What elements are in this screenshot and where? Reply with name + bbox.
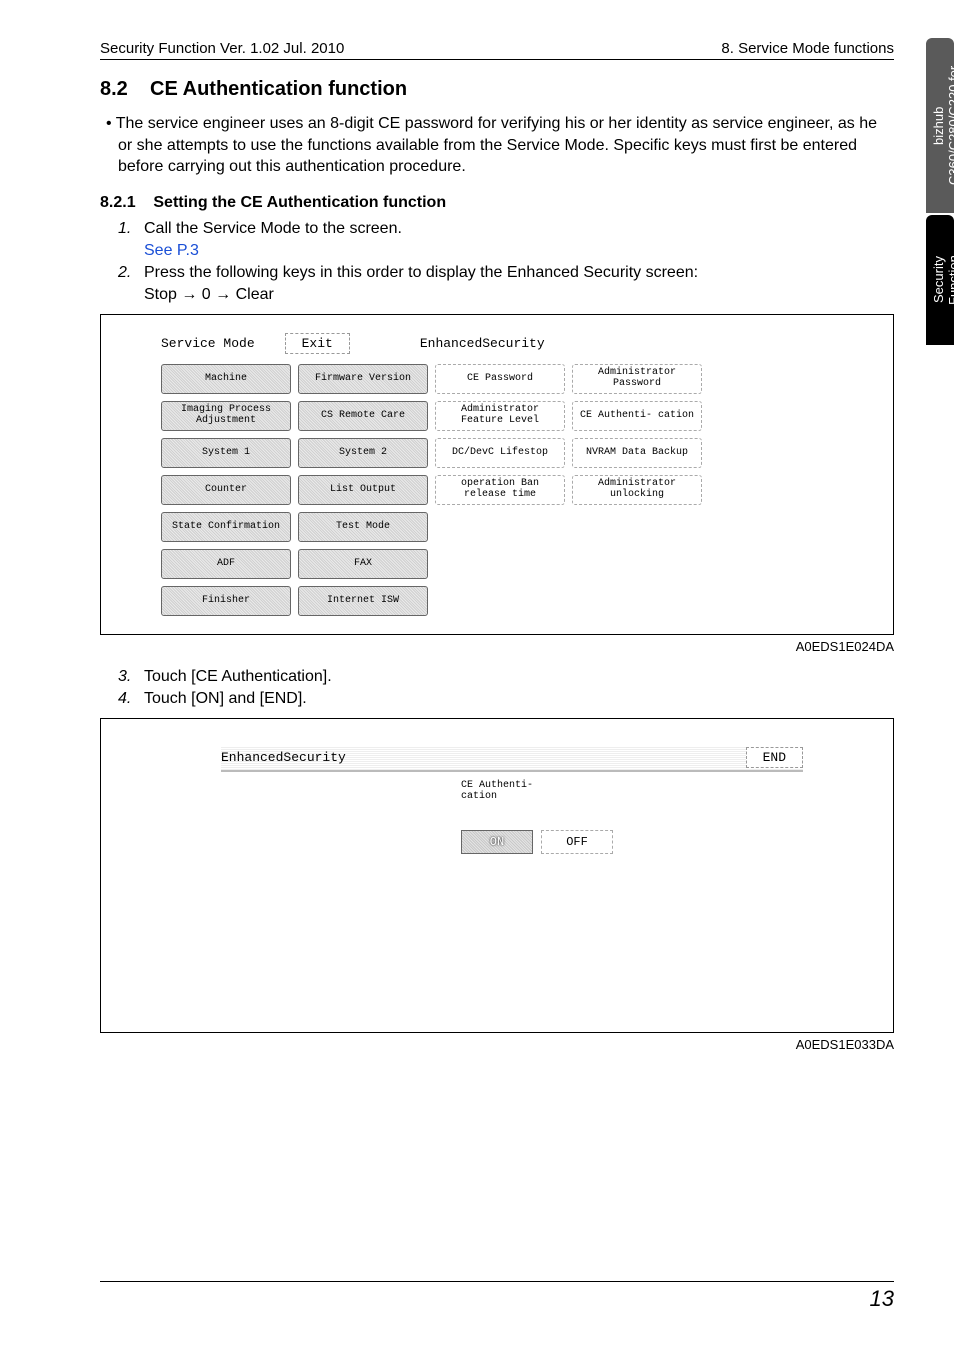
- cell-list-output[interactable]: List Output: [298, 475, 428, 505]
- step-2-keys: Stop → 0 → Clear: [144, 286, 274, 304]
- cell-nvram-backup[interactable]: NVRAM Data Backup: [572, 438, 702, 468]
- off-button[interactable]: OFF: [541, 830, 613, 854]
- panel1-code: A0EDS1E024DA: [100, 639, 894, 654]
- service-mode-screenshot: Service Mode Exit EnhancedSecurity Machi…: [100, 314, 894, 635]
- cell-admin-unlocking[interactable]: Administrator unlocking: [572, 475, 702, 505]
- cell-counter[interactable]: Counter: [161, 475, 291, 505]
- step-4: 4. Touch [ON] and [END].: [118, 690, 894, 708]
- step-list-2: 3. Touch [CE Authentication]. 4. Touch […: [118, 668, 894, 708]
- subsection-title: 8.2.1 Setting the CE Authentication func…: [100, 194, 894, 212]
- cell-cs-remote-care[interactable]: CS Remote Care: [298, 401, 428, 431]
- on-button[interactable]: ON: [461, 830, 533, 854]
- see-link[interactable]: See P.3: [144, 242, 894, 260]
- cell-fax[interactable]: FAX: [298, 549, 428, 579]
- step-3-text: Touch [CE Authentication].: [144, 668, 332, 686]
- exit-button[interactable]: Exit: [285, 333, 350, 354]
- service-mode-grid: Machine Firmware Version CE Password Adm…: [161, 364, 863, 616]
- subsection-num: 8.2.1: [100, 194, 136, 211]
- header-right: 8. Service Mode functions: [721, 40, 894, 57]
- cell-firmware-version[interactable]: Firmware Version: [298, 364, 428, 394]
- section-title: 8.2 CE Authentication function: [100, 78, 894, 101]
- step-3-num: 3.: [118, 668, 144, 686]
- cell-system-1[interactable]: System 1: [161, 438, 291, 468]
- panel2-code: A0EDS1E033DA: [100, 1037, 894, 1052]
- cell-state-confirmation[interactable]: State Confirmation: [161, 512, 291, 542]
- step-2: 2. Press the following keys in this orde…: [118, 264, 894, 282]
- cell-admin-password[interactable]: Administrator Password: [572, 364, 702, 394]
- step-1: 1. Call the Service Mode to the screen.: [118, 220, 894, 238]
- step-3: 3. Touch [CE Authentication].: [118, 668, 894, 686]
- panel1-title2: EnhancedSecurity: [420, 336, 545, 351]
- enhanced-security-screenshot: EnhancedSecurity END CE Authenti- cation…: [100, 718, 894, 1033]
- cell-adf[interactable]: ADF: [161, 549, 291, 579]
- section-title-text: CE Authentication function: [150, 78, 407, 100]
- cell-machine[interactable]: Machine: [161, 364, 291, 394]
- step-1-num: 1.: [118, 220, 144, 238]
- cell-admin-feature-level[interactable]: Administrator Feature Level: [435, 401, 565, 431]
- page-footer: 13: [100, 1281, 894, 1312]
- section-num: 8.2: [100, 78, 128, 100]
- step-1-text: Call the Service Mode to the screen.: [144, 220, 402, 238]
- header-left: Security Function Ver. 1.02 Jul. 2010: [100, 40, 344, 57]
- step-4-num: 4.: [118, 690, 144, 708]
- intro-bullet: • The service engineer uses an 8-digit C…: [118, 113, 894, 178]
- cell-internet-isw[interactable]: Internet ISW: [298, 586, 428, 616]
- cell-ce-password[interactable]: CE Password: [435, 364, 565, 394]
- cell-operation-ban[interactable]: operation Ban release time: [435, 475, 565, 505]
- cell-ce-authentication[interactable]: CE Authenti- cation: [572, 401, 702, 431]
- subsection-title-text: Setting the CE Authentication function: [153, 194, 446, 211]
- panel2-title: EnhancedSecurity: [221, 750, 346, 765]
- cell-dc-devc-lifestop[interactable]: DC/DevC Lifestop: [435, 438, 565, 468]
- page-header: Security Function Ver. 1.02 Jul. 2010 8.…: [100, 40, 894, 60]
- cell-finisher[interactable]: Finisher: [161, 586, 291, 616]
- step-2-num: 2.: [118, 264, 144, 282]
- panel1-title: Service Mode: [161, 336, 255, 351]
- cell-imaging-process[interactable]: Imaging Process Adjustment: [161, 401, 291, 431]
- end-button[interactable]: END: [746, 747, 803, 768]
- step-4-text: Touch [ON] and [END].: [144, 690, 307, 708]
- cell-test-mode[interactable]: Test Mode: [298, 512, 428, 542]
- cell-system-2[interactable]: System 2: [298, 438, 428, 468]
- ce-authentication-label: CE Authenti- cation: [461, 780, 803, 802]
- step-2-indent: Stop → 0 → Clear: [118, 286, 894, 304]
- step-2-text: Press the following keys in this order t…: [144, 264, 698, 282]
- step-list-1: 1. Call the Service Mode to the screen. …: [118, 220, 894, 304]
